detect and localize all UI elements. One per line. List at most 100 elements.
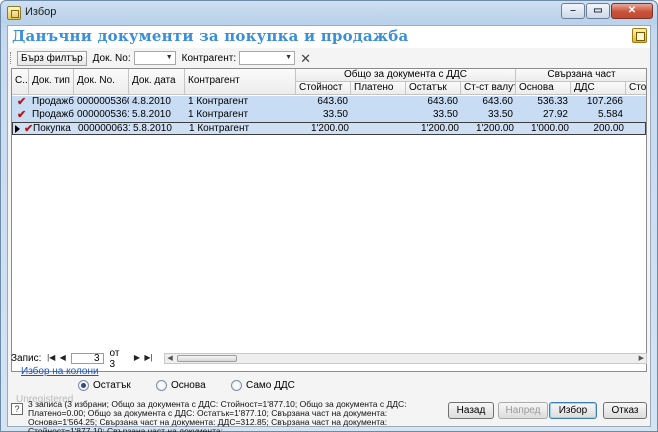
- cell-value: 33.50: [322, 109, 348, 120]
- filter-bar: Бърз филтър Док. No: ▼ Контрагент: ▼ ✕: [8, 50, 650, 66]
- close-icon: ✕: [627, 5, 637, 16]
- first-record-icon[interactable]: |◀: [45, 353, 57, 364]
- cell-remainder: 33.50: [432, 109, 458, 120]
- cell-doc-date: 5.8.2010: [132, 109, 171, 120]
- record-position-input[interactable]: 3: [70, 353, 104, 364]
- selection-summary: 3 записа (3 избрани; Общо за документа с…: [28, 399, 407, 432]
- scroll-right-icon[interactable]: ▶: [639, 354, 644, 363]
- quick-filter-button[interactable]: Бърз филтър: [17, 50, 87, 66]
- cell-doc-date: 5.8.2010: [133, 123, 172, 134]
- column-header-currency-value[interactable]: Ст-ст валута: [461, 82, 516, 95]
- column-header-vat[interactable]: ДДС: [571, 82, 626, 95]
- column-header-contractor[interactable]: Контрагент: [185, 69, 296, 95]
- cell-doc-date: 4.8.2010: [132, 96, 171, 107]
- radio-base-label: Основа: [171, 380, 206, 391]
- toolbar-grip[interactable]: [10, 52, 13, 64]
- row-check-icon[interactable]: ✔: [14, 109, 29, 122]
- cell-paid: [352, 123, 407, 136]
- next-button[interactable]: Напред: [498, 402, 548, 419]
- navigator-label: Запис:: [11, 353, 42, 364]
- cell-doc-no: 0000005360: [77, 96, 129, 107]
- row-pointer-icon: [15, 125, 20, 133]
- cell-base: 27.92: [542, 109, 568, 120]
- cell-paid: [351, 109, 406, 122]
- table-row[interactable]: ✔ Продажба 0000005360 4.8.2010 1 Контраг…: [12, 96, 646, 109]
- cancel-button[interactable]: Отказ: [603, 402, 647, 419]
- radio-dot-icon[interactable]: [78, 380, 89, 391]
- radio-remainder-label: Остатък: [93, 380, 131, 391]
- cell-contractor: 1 Контрагент: [189, 123, 250, 134]
- cell-remainder: 1'200.00: [420, 123, 459, 134]
- column-header-check[interactable]: С...: [12, 69, 29, 95]
- dialog-client: Данъчни документи за покупка и продажба …: [7, 25, 651, 432]
- select-button[interactable]: Избор: [549, 402, 597, 419]
- dialog-window: Избор – ▭ ✕ Данъчни документи за покупка…: [0, 0, 658, 432]
- horizontal-scrollbar[interactable]: ◀ ▶: [164, 353, 647, 364]
- prev-record-icon[interactable]: ◀: [57, 353, 69, 364]
- header-band: Данъчни документи за покупка и продажба: [8, 26, 650, 48]
- title-bar[interactable]: Избор – ▭ ✕: [1, 1, 657, 25]
- table-row[interactable]: ✔ Покупка 0000000631 5.8.2010 1 Контраге…: [12, 122, 646, 135]
- footer-bar: Unregistered ? 3 записа (3 избрани; Общо…: [8, 394, 650, 432]
- radio-vat-only[interactable]: Само ДДС: [231, 380, 295, 391]
- dropdown-arrow-icon: ▼: [165, 54, 173, 61]
- contractor-combo[interactable]: ▼: [239, 51, 296, 65]
- clear-filter-icon[interactable]: ✕: [300, 52, 311, 65]
- column-header-value-linked[interactable]: Стой: [626, 82, 646, 95]
- record-count: от 3: [109, 347, 120, 370]
- documents-grid[interactable]: С... Док. тип Док. No. Док. дата Контраг…: [11, 68, 647, 372]
- radio-dot-icon[interactable]: [231, 380, 242, 391]
- row-check-icon[interactable]: ✔: [14, 96, 29, 109]
- close-button[interactable]: ✕: [611, 3, 653, 19]
- cell-vat: 107.266: [586, 96, 623, 107]
- radio-vat-only-label: Само ДДС: [246, 380, 295, 391]
- cell-contractor: 1 Контрагент: [188, 96, 249, 107]
- column-group-total: Общо за документа с ДДС: [296, 69, 516, 82]
- window-controls: – ▭ ✕: [561, 3, 653, 19]
- cell-currency-value: 643.60: [482, 96, 513, 107]
- cell-base: 1'000.00: [530, 123, 569, 134]
- cell-currency-value: 33.50: [487, 109, 513, 120]
- record-navigator: Запис: |◀ ◀ 3 от 3 ▶ ▶| ◀ ▶: [11, 348, 647, 370]
- doc-no-label: Док. No:: [92, 52, 131, 64]
- column-header-paid[interactable]: Платено: [351, 82, 406, 95]
- back-button[interactable]: Назад: [448, 402, 494, 419]
- scroll-left-icon[interactable]: ◀: [167, 354, 172, 363]
- column-header-doc-type[interactable]: Док. тип: [29, 69, 74, 95]
- column-header-doc-date[interactable]: Док. дата: [129, 69, 185, 95]
- column-header-doc-no[interactable]: Док. No.: [74, 69, 129, 95]
- cell-vat: 5.584: [597, 109, 623, 120]
- maximize-button[interactable]: ▭: [586, 3, 610, 19]
- amount-mode-radio-group: Остатък Основа Само ДДС: [78, 380, 478, 394]
- contractor-label: Контрагент:: [181, 52, 237, 64]
- last-record-icon[interactable]: ▶|: [143, 353, 155, 364]
- cell-doc-no: 0000000631: [78, 123, 130, 134]
- help-icon[interactable]: ?: [11, 403, 23, 415]
- cell-vat: 200.00: [593, 123, 624, 134]
- dropdown-arrow-icon: ▼: [285, 54, 293, 61]
- cell-doc-no: 0000005361: [77, 109, 129, 120]
- scroll-thumb[interactable]: [177, 355, 238, 362]
- column-group-linked: Свързана част: [516, 69, 646, 82]
- doc-no-combo[interactable]: ▼: [133, 51, 176, 65]
- column-header-base[interactable]: Основа: [516, 82, 571, 95]
- column-header-value[interactable]: Стойност: [296, 82, 351, 95]
- minimize-icon: –: [570, 5, 576, 16]
- column-header-remainder[interactable]: Остатък: [406, 82, 461, 95]
- cell-doc-type: Продажба: [32, 109, 74, 120]
- cell-contractor: 1 Контрагент: [188, 109, 249, 120]
- app-icon: [7, 6, 21, 20]
- radio-dot-icon[interactable]: [156, 380, 167, 391]
- cell-value: 1'200.00: [310, 123, 349, 134]
- radio-base[interactable]: Основа: [156, 380, 206, 391]
- next-record-icon[interactable]: ▶: [131, 353, 143, 364]
- pin-icon[interactable]: [632, 28, 647, 43]
- radio-remainder[interactable]: Остатък: [78, 380, 131, 391]
- cell-base: 536.33: [537, 96, 568, 107]
- column-chooser-link[interactable]: Избор на колони: [21, 366, 99, 377]
- cell-value: 643.60: [317, 96, 348, 107]
- table-row[interactable]: ✔ Продажба 0000005361 5.8.2010 1 Контраг…: [12, 109, 646, 122]
- window-title: Избор: [25, 6, 57, 18]
- minimize-button[interactable]: –: [561, 3, 585, 19]
- maximize-icon: ▭: [593, 5, 603, 16]
